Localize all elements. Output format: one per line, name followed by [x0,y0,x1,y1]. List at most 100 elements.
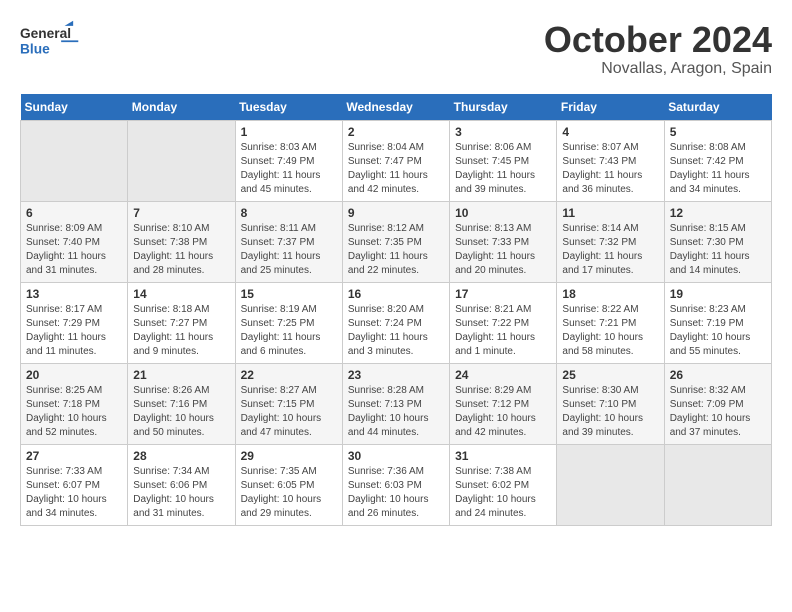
day-number: 2 [348,125,444,139]
day-number: 16 [348,287,444,301]
day-number: 9 [348,206,444,220]
week-row-4: 20 Sunrise: 8:25 AMSunset: 7:18 PMDayligh… [21,363,772,444]
week-row-3: 13 Sunrise: 8:17 AMSunset: 7:29 PMDayligh… [21,282,772,363]
calendar-cell [664,444,771,525]
day-number: 12 [670,206,766,220]
calendar-cell: 9 Sunrise: 8:12 AMSunset: 7:35 PMDaylight… [342,201,449,282]
page-header: General Blue October 2024 Novallas, Arag… [20,20,772,78]
day-detail: Sunrise: 8:30 AMSunset: 7:10 PMDaylight:… [562,384,658,440]
day-detail: Sunrise: 8:20 AMSunset: 7:24 PMDaylight:… [348,303,444,359]
day-number: 3 [455,125,551,139]
logo: General Blue [20,20,80,60]
day-number: 20 [26,368,122,382]
day-number: 5 [670,125,766,139]
week-row-2: 6 Sunrise: 8:09 AMSunset: 7:40 PMDaylight… [21,201,772,282]
calendar-cell: 4Sunrise: 8:07 AMSunset: 7:43 PMDaylight… [557,120,664,201]
day-number: 11 [562,206,658,220]
calendar-cell: 12 Sunrise: 8:15 AMSunset: 7:30 PMDayligh… [664,201,771,282]
day-number: 15 [241,287,337,301]
day-number: 28 [133,449,229,463]
day-detail: Sunrise: 8:08 AMSunset: 7:42 PMDaylight:… [670,141,766,197]
day-detail: Sunrise: 8:32 AMSunset: 7:09 PMDaylight:… [670,384,766,440]
title-block: October 2024 Novallas, Aragon, Spain [544,20,772,78]
calendar-cell [128,120,235,201]
day-detail: Sunrise: 8:22 AMSunset: 7:21 PMDaylight:… [562,303,658,359]
day-detail: Sunrise: 8:13 AMSunset: 7:33 PMDaylight:… [455,222,551,278]
weekday-header-row: SundayMondayTuesdayWednesdayThursdayFrid… [21,94,772,121]
calendar-cell: 28 Sunrise: 7:34 AMSunset: 6:06 PMDayligh… [128,444,235,525]
day-number: 31 [455,449,551,463]
day-number: 30 [348,449,444,463]
calendar-cell: 10 Sunrise: 8:13 AMSunset: 7:33 PMDayligh… [450,201,557,282]
svg-text:Blue: Blue [20,41,50,56]
day-detail: Sunrise: 8:12 AMSunset: 7:35 PMDaylight:… [348,222,444,278]
day-detail: Sunrise: 7:36 AMSunset: 6:03 PMDaylight:… [348,465,444,521]
day-detail: Sunrise: 8:04 AMSunset: 7:47 PMDaylight:… [348,141,444,197]
calendar-cell: 25 Sunrise: 8:30 AMSunset: 7:10 PMDayligh… [557,363,664,444]
day-number: 19 [670,287,766,301]
calendar-cell: 20 Sunrise: 8:25 AMSunset: 7:18 PMDayligh… [21,363,128,444]
calendar-cell: 22Sunrise: 8:27 AMSunset: 7:15 PMDayligh… [235,363,342,444]
day-number: 13 [26,287,122,301]
day-number: 29 [241,449,337,463]
day-number: 23 [348,368,444,382]
day-number: 22 [241,368,337,382]
day-detail: Sunrise: 8:15 AMSunset: 7:30 PMDaylight:… [670,222,766,278]
calendar-cell: 7 Sunrise: 8:10 AMSunset: 7:38 PMDaylight… [128,201,235,282]
day-detail: Sunrise: 8:28 AMSunset: 7:13 PMDaylight:… [348,384,444,440]
week-row-1: 1Sunrise: 8:03 AMSunset: 7:49 PMDaylight… [21,120,772,201]
day-number: 14 [133,287,229,301]
calendar-cell: 2 Sunrise: 8:04 AMSunset: 7:47 PMDaylight… [342,120,449,201]
day-number: 17 [455,287,551,301]
day-detail: Sunrise: 8:07 AMSunset: 7:43 PMDaylight:… [562,141,658,197]
day-detail: Sunrise: 8:14 AMSunset: 7:32 PMDaylight:… [562,222,658,278]
day-number: 25 [562,368,658,382]
svg-text:General: General [20,26,71,41]
day-number: 24 [455,368,551,382]
day-detail: Sunrise: 8:09 AMSunset: 7:40 PMDaylight:… [26,222,122,278]
weekday-header-monday: Monday [128,94,235,121]
calendar-cell: 17 Sunrise: 8:21 AMSunset: 7:22 PMDayligh… [450,282,557,363]
day-detail: Sunrise: 8:23 AMSunset: 7:19 PMDaylight:… [670,303,766,359]
day-detail: Sunrise: 7:38 AMSunset: 6:02 PMDaylight:… [455,465,551,521]
day-number: 26 [670,368,766,382]
calendar-cell: 11 Sunrise: 8:14 AMSunset: 7:32 PMDayligh… [557,201,664,282]
day-number: 18 [562,287,658,301]
calendar-table: SundayMondayTuesdayWednesdayThursdayFrid… [20,94,772,526]
day-detail: Sunrise: 8:18 AMSunset: 7:27 PMDaylight:… [133,303,229,359]
day-number: 6 [26,206,122,220]
day-detail: Sunrise: 8:11 AMSunset: 7:37 PMDaylight:… [241,222,337,278]
weekday-header-thursday: Thursday [450,94,557,121]
calendar-cell: 27 Sunrise: 7:33 AMSunset: 6:07 PMDayligh… [21,444,128,525]
day-detail: Sunrise: 8:19 AMSunset: 7:25 PMDaylight:… [241,303,337,359]
calendar-cell: 21Sunrise: 8:26 AMSunset: 7:16 PMDayligh… [128,363,235,444]
day-detail: Sunrise: 8:29 AMSunset: 7:12 PMDaylight:… [455,384,551,440]
day-number: 10 [455,206,551,220]
calendar-cell: 31 Sunrise: 7:38 AMSunset: 6:02 PMDayligh… [450,444,557,525]
day-number: 27 [26,449,122,463]
calendar-cell: 29Sunrise: 7:35 AMSunset: 6:05 PMDayligh… [235,444,342,525]
calendar-cell: 23 Sunrise: 8:28 AMSunset: 7:13 PMDayligh… [342,363,449,444]
day-detail: Sunrise: 7:34 AMSunset: 6:06 PMDaylight:… [133,465,229,521]
calendar-cell: 24 Sunrise: 8:29 AMSunset: 7:12 PMDayligh… [450,363,557,444]
day-detail: Sunrise: 7:33 AMSunset: 6:07 PMDaylight:… [26,465,122,521]
calendar-cell: 3 Sunrise: 8:06 AMSunset: 7:45 PMDaylight… [450,120,557,201]
day-number: 7 [133,206,229,220]
day-detail: Sunrise: 8:17 AMSunset: 7:29 PMDaylight:… [26,303,122,359]
location: Novallas, Aragon, Spain [544,60,772,78]
weekday-header-saturday: Saturday [664,94,771,121]
day-detail: Sunrise: 8:25 AMSunset: 7:18 PMDaylight:… [26,384,122,440]
calendar-cell [21,120,128,201]
calendar-cell: 14 Sunrise: 8:18 AMSunset: 7:27 PMDayligh… [128,282,235,363]
day-detail: Sunrise: 8:06 AMSunset: 7:45 PMDaylight:… [455,141,551,197]
day-detail: Sunrise: 8:10 AMSunset: 7:38 PMDaylight:… [133,222,229,278]
day-detail: Sunrise: 8:21 AMSunset: 7:22 PMDaylight:… [455,303,551,359]
weekday-header-tuesday: Tuesday [235,94,342,121]
calendar-cell: 26 Sunrise: 8:32 AMSunset: 7:09 PMDayligh… [664,363,771,444]
weekday-header-wednesday: Wednesday [342,94,449,121]
calendar-cell: 16 Sunrise: 8:20 AMSunset: 7:24 PMDayligh… [342,282,449,363]
calendar-cell: 18 Sunrise: 8:22 AMSunset: 7:21 PMDayligh… [557,282,664,363]
calendar-cell [557,444,664,525]
calendar-cell: 13 Sunrise: 8:17 AMSunset: 7:29 PMDayligh… [21,282,128,363]
calendar-cell: 6 Sunrise: 8:09 AMSunset: 7:40 PMDaylight… [21,201,128,282]
